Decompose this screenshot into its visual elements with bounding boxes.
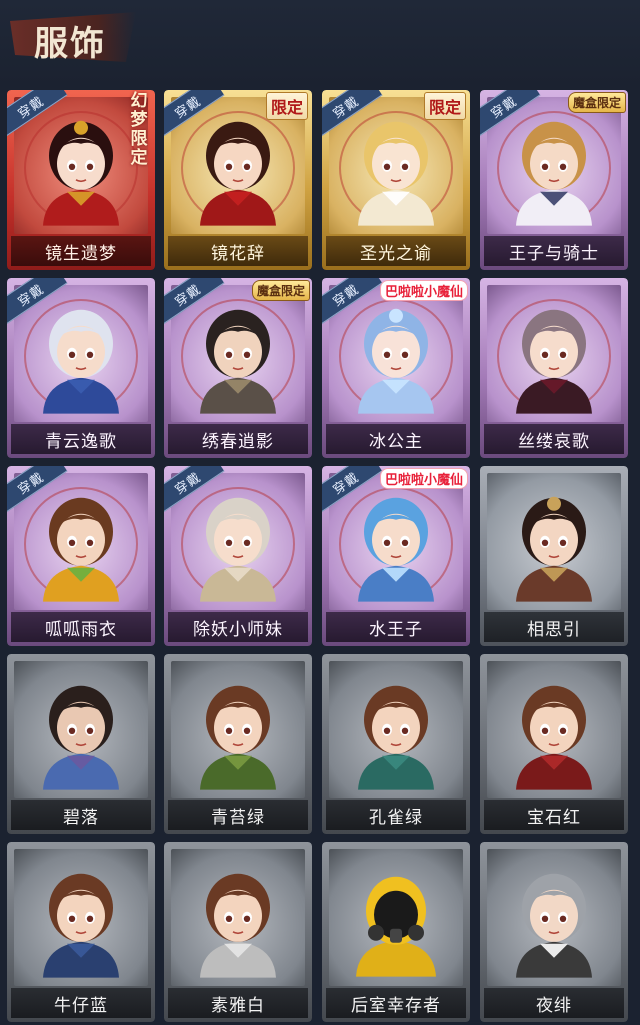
collab-tag: 巴啦啦小魔仙 — [379, 280, 468, 301]
costume-card[interactable]: 冰公主 穿戴 巴啦啦小魔仙 — [322, 278, 470, 458]
card-portrait-area — [171, 849, 305, 986]
character-portrait — [504, 113, 604, 229]
box-limited-tag: 魔盒限定 — [567, 92, 626, 113]
costume-card[interactable]: 宝石红 — [480, 654, 628, 834]
character-portrait — [31, 301, 131, 417]
costume-name: 青苔绿 — [168, 800, 308, 830]
costume-name: 水王子 — [326, 612, 466, 642]
costume-name: 绣春逍影 — [168, 424, 308, 454]
card-portrait-area — [329, 661, 463, 798]
costume-name: 牛仔蓝 — [11, 988, 151, 1018]
costume-name: 孔雀绿 — [326, 800, 466, 830]
costume-name: 相思引 — [484, 612, 624, 642]
costume-card[interactable]: 碧落 — [7, 654, 155, 834]
costume-name: 夜绯 — [484, 988, 624, 1018]
character-portrait — [504, 865, 604, 981]
costume-card[interactable]: 牛仔蓝 — [7, 842, 155, 1022]
costume-card[interactable]: 夜绯 — [480, 842, 628, 1022]
costume-card[interactable]: 青苔绿 — [164, 654, 312, 834]
card-portrait-area — [487, 661, 621, 798]
costume-name: 镜花辞 — [168, 236, 308, 266]
character-portrait — [346, 677, 446, 793]
page-title: 服饰 — [34, 24, 106, 64]
costume-card[interactable]: 呱呱雨衣 穿戴 — [7, 466, 155, 646]
costume-name: 碧落 — [11, 800, 151, 830]
costume-name: 圣光之谕 — [326, 236, 466, 266]
costume-card[interactable]: 镜生遗梦 穿戴 幻梦限定 — [7, 90, 155, 270]
character-portrait — [31, 677, 131, 793]
costume-card[interactable]: 绣春逍影 穿戴 魔盒限定 — [164, 278, 312, 458]
card-portrait-area — [14, 661, 148, 798]
character-portrait — [188, 489, 288, 605]
costume-card[interactable]: 丝缕哀歌 — [480, 278, 628, 458]
costume-card[interactable]: 孔雀绿 — [322, 654, 470, 834]
dream-limited-tag: 幻梦限定 — [130, 91, 148, 168]
character-portrait — [188, 301, 288, 417]
costume-name: 青云逸歌 — [11, 424, 151, 454]
character-portrait — [346, 301, 446, 417]
costume-card[interactable]: 水王子 穿戴 巴啦啦小魔仙 — [322, 466, 470, 646]
character-portrait — [346, 113, 446, 229]
costume-name: 丝缕哀歌 — [484, 424, 624, 454]
costume-card[interactable]: 素雅白 — [164, 842, 312, 1022]
costume-name: 呱呱雨衣 — [11, 612, 151, 642]
character-portrait — [188, 677, 288, 793]
costume-card[interactable]: 镜花辞 穿戴 限定 — [164, 90, 312, 270]
costume-name: 王子与骑士 — [484, 236, 624, 266]
costume-name: 素雅白 — [168, 988, 308, 1018]
character-portrait — [346, 489, 446, 605]
costume-name: 冰公主 — [326, 424, 466, 454]
costume-card[interactable]: 青云逸歌 穿戴 — [7, 278, 155, 458]
collab-tag: 巴啦啦小魔仙 — [379, 468, 468, 489]
costume-card[interactable]: 除妖小师妹 穿戴 — [164, 466, 312, 646]
costume-name: 宝石红 — [484, 800, 624, 830]
costume-name: 镜生遗梦 — [11, 236, 151, 266]
card-portrait-area — [487, 849, 621, 986]
character-portrait — [504, 301, 604, 417]
character-portrait — [188, 113, 288, 229]
character-portrait — [504, 677, 604, 793]
costume-card[interactable]: 王子与骑士 穿戴 魔盒限定 — [480, 90, 628, 270]
page-header: 服饰 — [0, 0, 640, 86]
card-portrait-area — [329, 849, 463, 986]
character-portrait — [31, 865, 131, 981]
costume-card[interactable]: 圣光之谕 穿戴 限定 — [322, 90, 470, 270]
card-portrait-area — [14, 849, 148, 986]
character-portrait — [504, 489, 604, 605]
box-limited-tag: 魔盒限定 — [251, 280, 310, 301]
costume-card[interactable]: 相思引 — [480, 466, 628, 646]
limited-tag: 限定 — [423, 92, 466, 120]
limited-tag: 限定 — [265, 92, 308, 120]
card-portrait-area — [171, 661, 305, 798]
character-portrait — [31, 489, 131, 605]
card-portrait-area — [487, 473, 621, 610]
character-portrait — [31, 113, 131, 229]
costume-grid: 镜生遗梦 穿戴 幻梦限定 镜花辞 穿戴 限定 圣光之谕 穿戴 限定 王子与骑士 … — [4, 90, 636, 1025]
costume-name: 除妖小师妹 — [168, 612, 308, 642]
costume-name: 后室幸存者 — [326, 988, 466, 1018]
character-portrait — [346, 866, 446, 980]
costume-card[interactable]: 后室幸存者 — [322, 842, 470, 1022]
card-portrait-area — [487, 285, 621, 422]
character-portrait — [188, 865, 288, 981]
